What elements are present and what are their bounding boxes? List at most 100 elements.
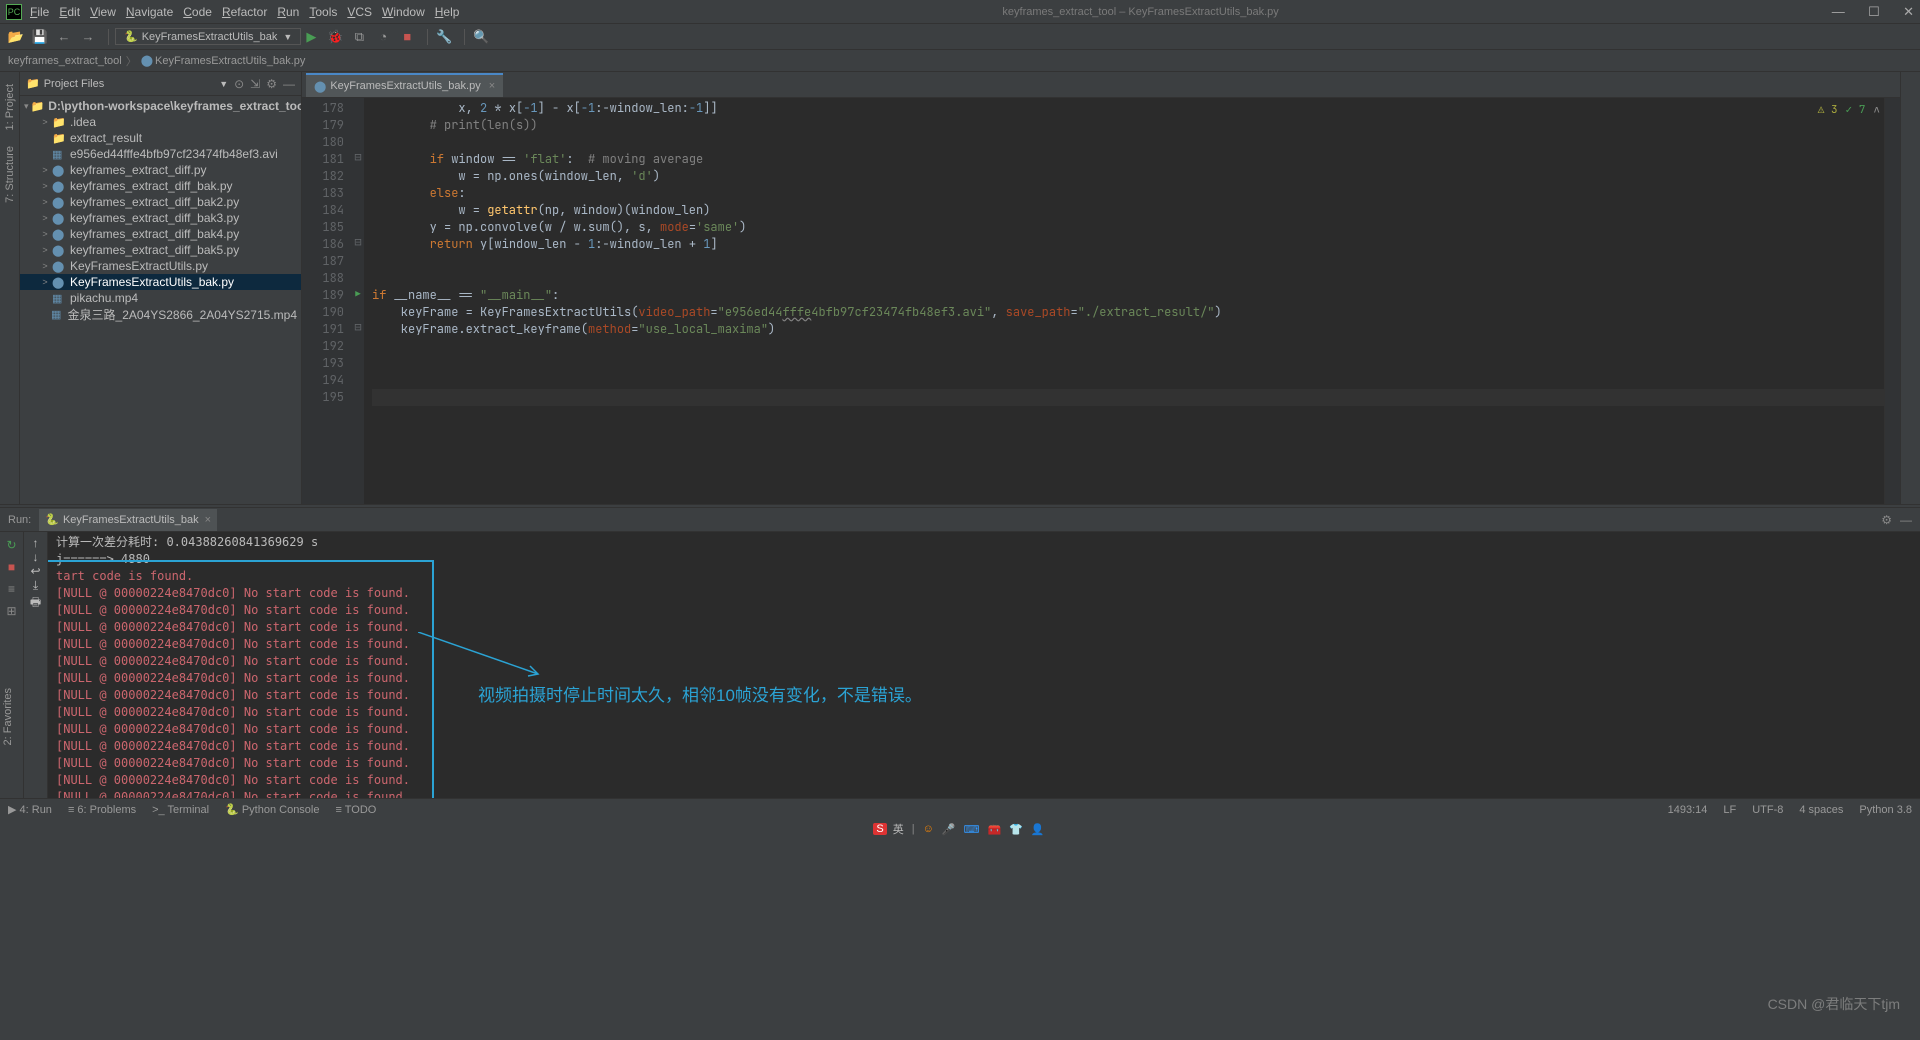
tree-item[interactable]: ▦e956ed44fffe4bfb97cf23474fb48ef3.avi <box>20 146 301 162</box>
annotation-text: 视频拍摄时停止时间太久，相邻10帧没有变化，不是错误。 <box>478 687 922 704</box>
menu-vcs[interactable]: VCS <box>347 5 372 19</box>
status-tool-run[interactable]: ▶ 4: Run <box>8 803 52 816</box>
tree-item[interactable]: 📁extract_result <box>20 130 301 146</box>
editor-error-stripe[interactable] <box>1884 98 1900 504</box>
tree-item[interactable]: >⬤keyframes_extract_diff_bak4.py <box>20 226 301 242</box>
stop-button[interactable]: ■ <box>397 27 417 47</box>
menu-edit[interactable]: Edit <box>59 5 80 19</box>
close-icon[interactable]: × <box>205 514 211 526</box>
run-panel-label: Run: <box>8 514 31 526</box>
expand-all-icon[interactable]: ⇲ <box>250 77 260 91</box>
menu-run[interactable]: Run <box>277 5 299 19</box>
settings-icon[interactable]: ⚙ <box>1881 513 1892 527</box>
run-coverage-button[interactable]: ⧉ <box>349 27 369 47</box>
maximize-button[interactable]: ☐ <box>1868 4 1880 19</box>
pause-icon[interactable]: ≡ <box>3 580 21 598</box>
minimize-button[interactable]: — <box>1832 4 1845 19</box>
close-tab-icon[interactable]: × <box>489 80 495 92</box>
ime-user-icon[interactable]: 👤 <box>1029 823 1047 836</box>
status-tool-pythonconsole[interactable]: 🐍 Python Console <box>225 803 319 816</box>
ime-logo-icon[interactable]: S <box>873 823 886 835</box>
breadcrumb-file[interactable]: KeyFramesExtractUtils_bak.py <box>155 55 305 67</box>
tree-item[interactable]: >⬤KeyFramesExtractUtils_bak.py <box>20 274 301 290</box>
rerun-icon[interactable]: ↻ <box>3 536 21 554</box>
wrap-icon[interactable]: ↩ <box>30 564 40 578</box>
menu-tools[interactable]: Tools <box>309 5 337 19</box>
tool-tab-favorites[interactable]: 2: Favorites <box>2 688 14 745</box>
chevron-down-icon[interactable]: ▼ <box>219 79 228 89</box>
search-icon[interactable]: 🔍 <box>471 27 491 47</box>
debug-button[interactable]: 🐞 <box>325 27 345 47</box>
ime-keyboard-icon[interactable]: ⌨ <box>962 823 982 836</box>
run-button[interactable]: ▶ <box>301 27 321 47</box>
ime-mic-icon[interactable]: 🎤 <box>940 823 958 836</box>
menu-navigate[interactable]: Navigate <box>126 5 173 19</box>
forward-icon[interactable]: → <box>78 27 98 47</box>
ime-skin-icon[interactable]: 👕 <box>1007 823 1025 836</box>
breadcrumb-root[interactable]: keyframes_extract_tool <box>8 55 122 67</box>
console-line: [NULL @ 00000224e8470dc0] No start code … <box>56 636 1912 653</box>
settings-icon[interactable]: ⚙ <box>266 77 277 91</box>
status-tool-problems[interactable]: ≡ 6: Problems <box>68 803 136 816</box>
tree-item[interactable]: >⬤keyframes_extract_diff_bak2.py <box>20 194 301 210</box>
profile-button[interactable]: ◔ <box>373 27 393 47</box>
run-configuration-selector[interactable]: 🐍 KeyFramesExtractUtils_bak ▼ <box>115 28 301 45</box>
down-icon[interactable]: ↓ <box>33 550 39 564</box>
up-icon[interactable]: ↑ <box>33 536 39 550</box>
stop-icon[interactable]: ■ <box>3 558 21 576</box>
scroll-up-icon[interactable]: ∧ <box>1873 102 1880 119</box>
save-icon[interactable]: 💾 <box>30 27 50 47</box>
layout-icon[interactable]: ⊞ <box>3 602 21 620</box>
tree-item[interactable]: >⬤keyframes_extract_diff_bak5.py <box>20 242 301 258</box>
ime-lang[interactable]: 英 <box>891 821 906 837</box>
console-line: [NULL @ 00000224e8470dc0] No start code … <box>56 789 1912 798</box>
status-info[interactable]: Python 3.8 <box>1859 804 1912 816</box>
menu-help[interactable]: Help <box>435 5 460 19</box>
editor-tab-active[interactable]: ⬤ KeyFramesExtractUtils_bak.py × <box>306 73 503 97</box>
tree-item[interactable]: >⬤KeyFramesExtractUtils.py <box>20 258 301 274</box>
ok-count[interactable]: ✓ 7 <box>1846 102 1866 119</box>
project-pane-title[interactable]: Project Files <box>44 78 215 90</box>
left-bottom-tabs: 2: Favorites <box>0 680 20 753</box>
menu-window[interactable]: Window <box>382 5 425 19</box>
hide-icon[interactable]: — <box>283 77 295 91</box>
tree-item[interactable]: >⬤keyframes_extract_diff.py <box>20 162 301 178</box>
menu-code[interactable]: Code <box>183 5 212 19</box>
tree-item[interactable]: ▦pikachu.mp4 <box>20 290 301 306</box>
code-content[interactable]: x, 2 * x[-1] - x[-1:-window_len:-1]] # p… <box>364 98 1884 504</box>
tree-item[interactable]: ▦金泉三路_2A04YS2866_2A04YS2715.mp4 <box>20 306 301 322</box>
close-button[interactable]: ✕ <box>1903 4 1914 19</box>
project-tree[interactable]: ▾📁D:\python-workspace\keyframes_extract_… <box>20 96 301 504</box>
tree-item[interactable]: >⬤keyframes_extract_diff_bak.py <box>20 178 301 194</box>
status-tool-terminal[interactable]: >_ Terminal <box>152 803 209 816</box>
tree-root[interactable]: ▾📁D:\python-workspace\keyframes_extract_… <box>20 98 301 114</box>
status-info[interactable]: LF <box>1723 804 1736 816</box>
tool-tab-project[interactable]: 1: Project <box>4 84 16 130</box>
menu-view[interactable]: View <box>90 5 116 19</box>
inspection-hints[interactable]: ⚠ 3 ✓ 7 ∧ <box>1818 102 1880 119</box>
status-info[interactable]: UTF-8 <box>1752 804 1783 816</box>
print-icon[interactable]: 🖶 <box>30 593 41 614</box>
watermark: CSDN @君临天下tjm <box>1768 994 1900 1014</box>
run-panel-tab[interactable]: 🐍 KeyFramesExtractUtils_bak × <box>39 509 217 531</box>
tree-item[interactable]: >📁.idea <box>20 114 301 130</box>
menu-refactor[interactable]: Refactor <box>222 5 267 19</box>
status-info[interactable]: 4 spaces <box>1799 804 1843 816</box>
status-info[interactable]: 1493:14 <box>1668 804 1708 816</box>
open-icon[interactable]: 📂 <box>6 27 26 47</box>
tree-item[interactable]: >⬤keyframes_extract_diff_bak3.py <box>20 210 301 226</box>
code-editor[interactable]: 1781791801811821831841851861871881891901… <box>302 98 1900 504</box>
select-opened-icon[interactable]: ⊙ <box>234 77 244 91</box>
status-tool-todo[interactable]: ≡ TODO <box>336 803 377 816</box>
scroll-end-icon[interactable]: ⤓ <box>33 578 38 593</box>
fold-gutter[interactable]: ⊟⊟▶⊟ <box>352 98 364 504</box>
console-output[interactable]: 计算一次差分耗时: 0.04388260841369629 sj======> … <box>48 532 1920 798</box>
menu-file[interactable]: File <box>30 5 49 19</box>
hide-icon[interactable]: — <box>1900 513 1912 527</box>
ime-emoji-icon[interactable]: ☺ <box>921 823 936 835</box>
warnings-count[interactable]: ⚠ 3 <box>1818 102 1838 119</box>
ime-toolbox-icon[interactable]: 🧰 <box>985 823 1003 836</box>
back-icon[interactable]: ← <box>54 27 74 47</box>
settings-icon[interactable]: 🔧 <box>434 27 454 47</box>
tool-tab-structure[interactable]: 7: Structure <box>4 146 16 203</box>
